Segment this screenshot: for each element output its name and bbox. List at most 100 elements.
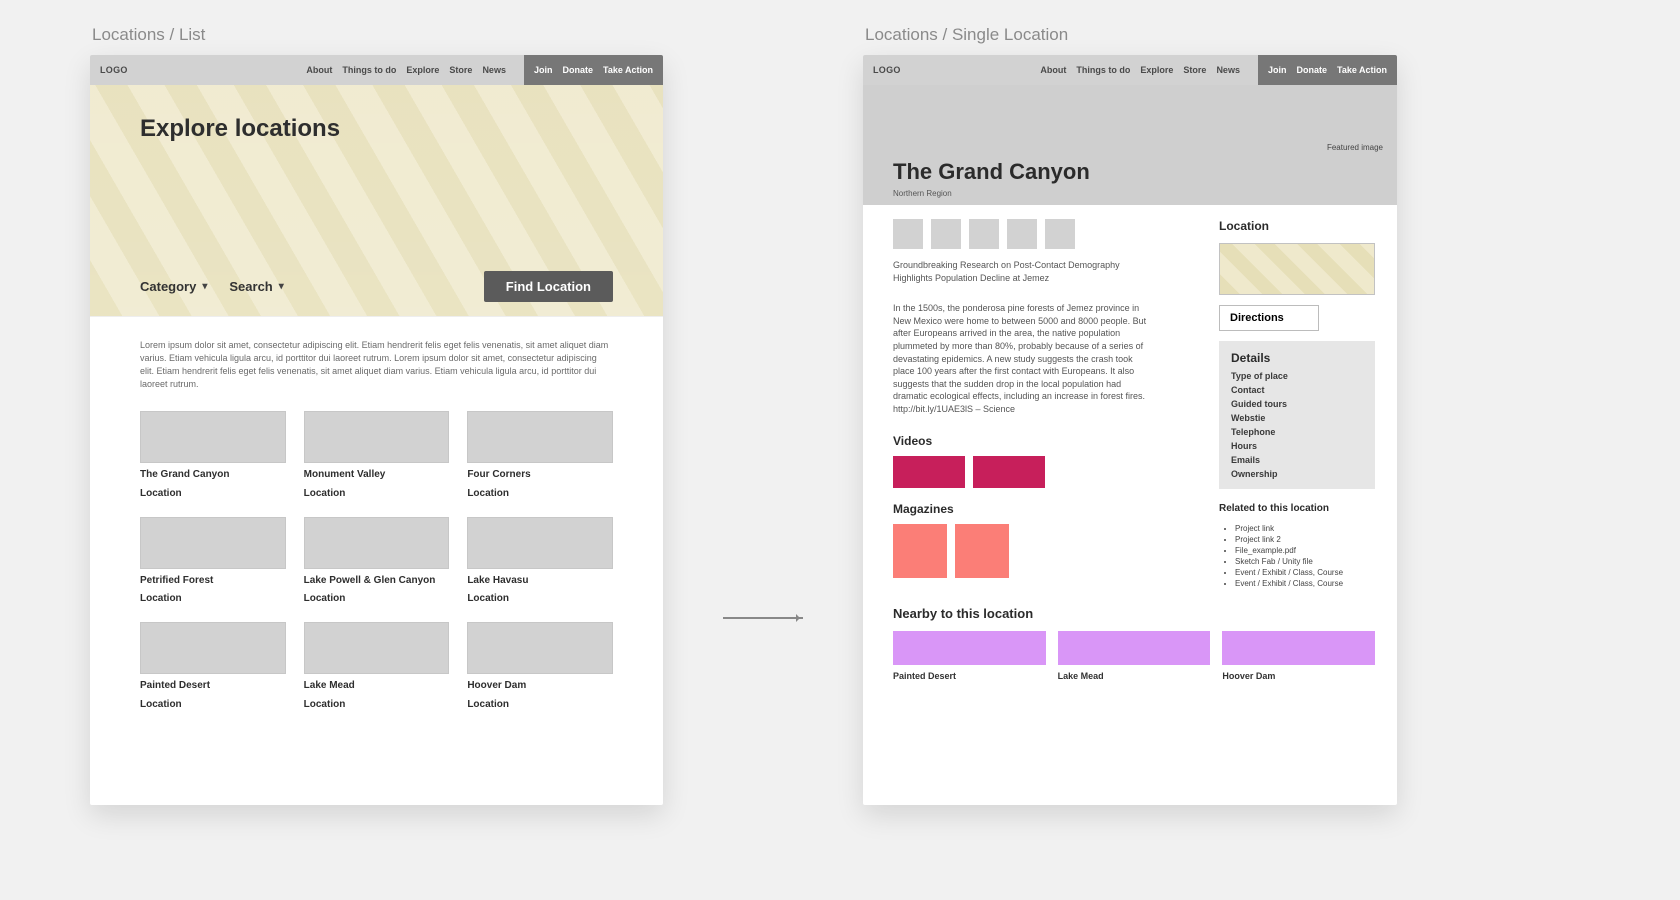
card-title: Petrified Forest	[140, 575, 286, 588]
nearby-label: Hoover Dam	[1222, 671, 1375, 681]
related-heading: Related to this location	[1219, 503, 1375, 514]
nav-news[interactable]: News	[1216, 65, 1240, 75]
card-thumb	[467, 622, 613, 674]
gallery-thumbs	[893, 219, 1197, 249]
location-card[interactable]: Petrified ForestLocation	[140, 517, 286, 605]
nearby-card[interactable]: Painted Desert	[893, 631, 1046, 681]
card-sub: Location	[140, 488, 286, 499]
detail-item: Ownership	[1231, 469, 1363, 479]
cta-join[interactable]: Join	[1268, 65, 1287, 75]
nav-things-to-do[interactable]: Things to do	[342, 65, 396, 75]
gallery-thumb[interactable]	[1045, 219, 1075, 249]
location-card[interactable]: Lake Powell & Glen CanyonLocation	[304, 517, 450, 605]
screen-label-single: Locations / Single Location	[865, 25, 1397, 45]
logo[interactable]: LOGO	[100, 65, 128, 75]
related-link[interactable]: Event / Exhibit / Class, Course	[1235, 568, 1375, 577]
location-card[interactable]: The Grand CanyonLocation	[140, 411, 286, 499]
related-link[interactable]: Sketch Fab / Unity file	[1235, 557, 1375, 566]
magazines-heading: Magazines	[893, 502, 1197, 516]
directions-button[interactable]: Directions	[1219, 305, 1319, 331]
description-lead: Groundbreaking Research on Post-Contact …	[893, 259, 1153, 284]
location-cards-grid: The Grand CanyonLocation Monument Valley…	[140, 411, 613, 710]
detail-item: Telephone	[1231, 427, 1363, 437]
location-card[interactable]: Painted Desert Location	[140, 622, 286, 710]
location-card[interactable]: Four CornersLocation	[467, 411, 613, 499]
primary-nav: About Things to do Explore Store News	[1040, 65, 1240, 75]
nav-about[interactable]: About	[1040, 65, 1066, 75]
card-thumb	[304, 622, 450, 674]
video-tile[interactable]	[973, 456, 1045, 488]
card-sub: Location	[304, 488, 450, 499]
related-link[interactable]: Event / Exhibit / Class, Course	[1235, 579, 1375, 588]
map-hero: Explore locations Category Search Find L…	[90, 85, 663, 317]
related-link[interactable]: Project link	[1235, 524, 1375, 533]
frame-locations-list: LOGO About Things to do Explore Store Ne…	[90, 55, 663, 805]
logo[interactable]: LOGO	[873, 65, 901, 75]
filter-search[interactable]: Search	[229, 279, 283, 294]
cta-donate[interactable]: Donate	[562, 65, 593, 75]
card-thumb	[467, 517, 613, 569]
location-card[interactable]: Hoover Dam Location	[467, 622, 613, 710]
cta-join[interactable]: Join	[534, 65, 553, 75]
description-body: In the 1500s, the ponderosa pine forests…	[893, 302, 1153, 415]
gallery-thumb[interactable]	[1007, 219, 1037, 249]
nav-store[interactable]: Store	[449, 65, 472, 75]
gallery-thumb[interactable]	[931, 219, 961, 249]
cta-take-action[interactable]: Take Action	[1337, 65, 1387, 75]
nearby-heading: Nearby to this location	[893, 606, 1375, 621]
cta-donate[interactable]: Donate	[1296, 65, 1327, 75]
video-tile[interactable]	[893, 456, 965, 488]
card-sub: Location	[467, 488, 613, 499]
nav-things-to-do[interactable]: Things to do	[1076, 65, 1130, 75]
find-location-button[interactable]: Find Location	[484, 271, 613, 302]
card-title: Lake Mead	[304, 680, 450, 693]
location-card[interactable]: Lake HavasuLocation	[467, 517, 613, 605]
nearby-card[interactable]: Lake Mead	[1058, 631, 1211, 681]
nav-store[interactable]: Store	[1183, 65, 1206, 75]
card-title: Lake Powell & Glen Canyon	[304, 575, 450, 588]
detail-item: Emails	[1231, 455, 1363, 465]
nav-about[interactable]: About	[306, 65, 332, 75]
card-thumb	[467, 411, 613, 463]
card-thumb	[140, 517, 286, 569]
card-title: Painted Desert	[140, 680, 286, 693]
location-subtitle: Northern Region	[893, 189, 1367, 198]
nav-news[interactable]: News	[482, 65, 506, 75]
nearby-thumb	[1222, 631, 1375, 665]
gallery-thumb[interactable]	[893, 219, 923, 249]
nav-explore[interactable]: Explore	[406, 65, 439, 75]
gallery-thumb[interactable]	[969, 219, 999, 249]
nearby-thumb	[893, 631, 1046, 665]
mini-map[interactable]	[1219, 243, 1375, 295]
magazine-tile[interactable]	[955, 524, 1009, 578]
card-sub: Location	[140, 699, 286, 710]
details-panel: Details Type of place Contact Guided tou…	[1219, 341, 1375, 489]
detail-item: Hours	[1231, 441, 1363, 451]
topbar: LOGO About Things to do Explore Store Ne…	[863, 55, 1397, 85]
details-heading: Details	[1231, 351, 1363, 365]
related-link[interactable]: File_example.pdf	[1235, 546, 1375, 555]
nearby-card[interactable]: Hoover Dam	[1222, 631, 1375, 681]
primary-nav: About Things to do Explore Store News	[306, 65, 506, 75]
related-link[interactable]: Project link 2	[1235, 535, 1375, 544]
magazine-tile[interactable]	[893, 524, 947, 578]
hero-title: Explore locations	[140, 115, 613, 143]
frame-single-location: LOGO About Things to do Explore Store Ne…	[863, 55, 1397, 805]
location-title: The Grand Canyon	[893, 85, 1367, 185]
nearby-label: Painted Desert	[893, 671, 1046, 681]
nearby-thumb	[1058, 631, 1211, 665]
location-card[interactable]: Monument ValleyLocation	[304, 411, 450, 499]
card-sub: Location	[467, 699, 613, 710]
card-title: Lake Havasu	[467, 575, 613, 588]
nav-explore[interactable]: Explore	[1140, 65, 1173, 75]
featured-image-label: Featured image	[1327, 143, 1383, 152]
filter-category[interactable]: Category	[140, 279, 207, 294]
videos-heading: Videos	[893, 434, 1197, 448]
detail-item: Type of place	[1231, 371, 1363, 381]
card-title: Hoover Dam	[467, 680, 613, 693]
card-thumb	[304, 411, 450, 463]
location-card[interactable]: Lake MeadLocation	[304, 622, 450, 710]
card-thumb	[140, 411, 286, 463]
cta-take-action[interactable]: Take Action	[603, 65, 653, 75]
screen-label-list: Locations / List	[92, 25, 663, 45]
